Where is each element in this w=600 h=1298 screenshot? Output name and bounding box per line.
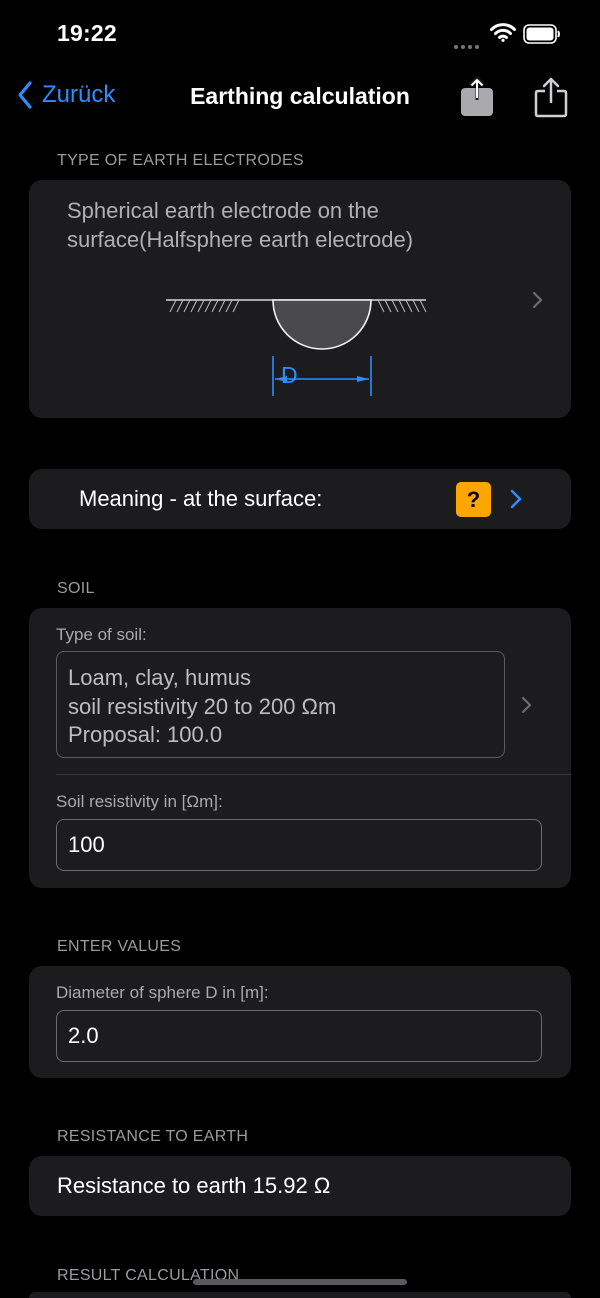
chevron-right-icon xyxy=(532,291,543,309)
soil-resistivity-label: Soil resistivity in [Ωm]: xyxy=(56,792,223,811)
status-time: 19:22 xyxy=(57,20,117,46)
halfsphere-electrode-diagram xyxy=(162,290,432,415)
enter-values-card: Diameter of sphere D in [m]: 2.0 xyxy=(29,966,571,1078)
help-icon[interactable]: ? xyxy=(456,482,491,517)
diameter-input[interactable]: 2.0 xyxy=(56,1010,542,1062)
export-button[interactable] xyxy=(459,76,495,123)
chevron-left-icon xyxy=(18,81,32,109)
page-title: Earthing calculation xyxy=(190,83,410,109)
back-button[interactable]: Zurück xyxy=(16,80,115,110)
tray-upload-icon xyxy=(461,76,493,116)
resistance-section-header: RESISTANCE TO EARTH xyxy=(57,1128,249,1145)
soil-type-line: Proposal: 100.0 xyxy=(68,722,223,747)
share-icon xyxy=(534,77,568,118)
enter-values-section-header: ENTER VALUES xyxy=(57,938,182,955)
resistance-card: Resistance to earth 15.92 Ω xyxy=(29,1156,571,1216)
share-button[interactable] xyxy=(533,76,569,123)
wifi-icon xyxy=(490,22,516,47)
soil-type-line: Loam, clay, humus xyxy=(68,665,252,690)
diameter-label: Diameter of sphere D in [m]: xyxy=(56,983,269,1002)
result-calculation-card xyxy=(29,1292,571,1298)
soil-type-label: Type of soil: xyxy=(56,625,147,644)
cellular-signal-icon xyxy=(454,36,482,54)
soil-card: Type of soil: Loam, clay, humus soil res… xyxy=(29,608,571,888)
home-indicator[interactable] xyxy=(193,1279,407,1285)
soil-type-selector[interactable]: Loam, clay, humus soil resistivity 20 to… xyxy=(56,651,505,758)
soil-type-line: soil resistivity 20 to 200 Ωm xyxy=(68,693,337,719)
electrode-section-header: TYPE OF EARTH ELECTRODES xyxy=(57,152,304,169)
diameter-dimension-label: D xyxy=(281,362,298,388)
meaning-row[interactable]: Meaning - at the surface: ? xyxy=(29,469,571,529)
resistance-result: Resistance to earth 15.92 Ω xyxy=(57,1173,331,1198)
electrode-type-card[interactable]: Spherical earth electrode on the surface… xyxy=(29,180,571,418)
back-label: Zurück xyxy=(42,81,116,108)
divider xyxy=(56,774,571,775)
meaning-label: Meaning - at the surface: xyxy=(79,486,323,511)
soil-resistivity-input[interactable]: 100 xyxy=(56,819,542,871)
battery-icon xyxy=(523,24,561,44)
soil-section-header: SOIL xyxy=(57,580,95,597)
chevron-right-icon xyxy=(521,696,532,714)
chevron-right-icon xyxy=(510,489,522,509)
electrode-type-title: Spherical earth electrode on the surface… xyxy=(67,198,414,252)
